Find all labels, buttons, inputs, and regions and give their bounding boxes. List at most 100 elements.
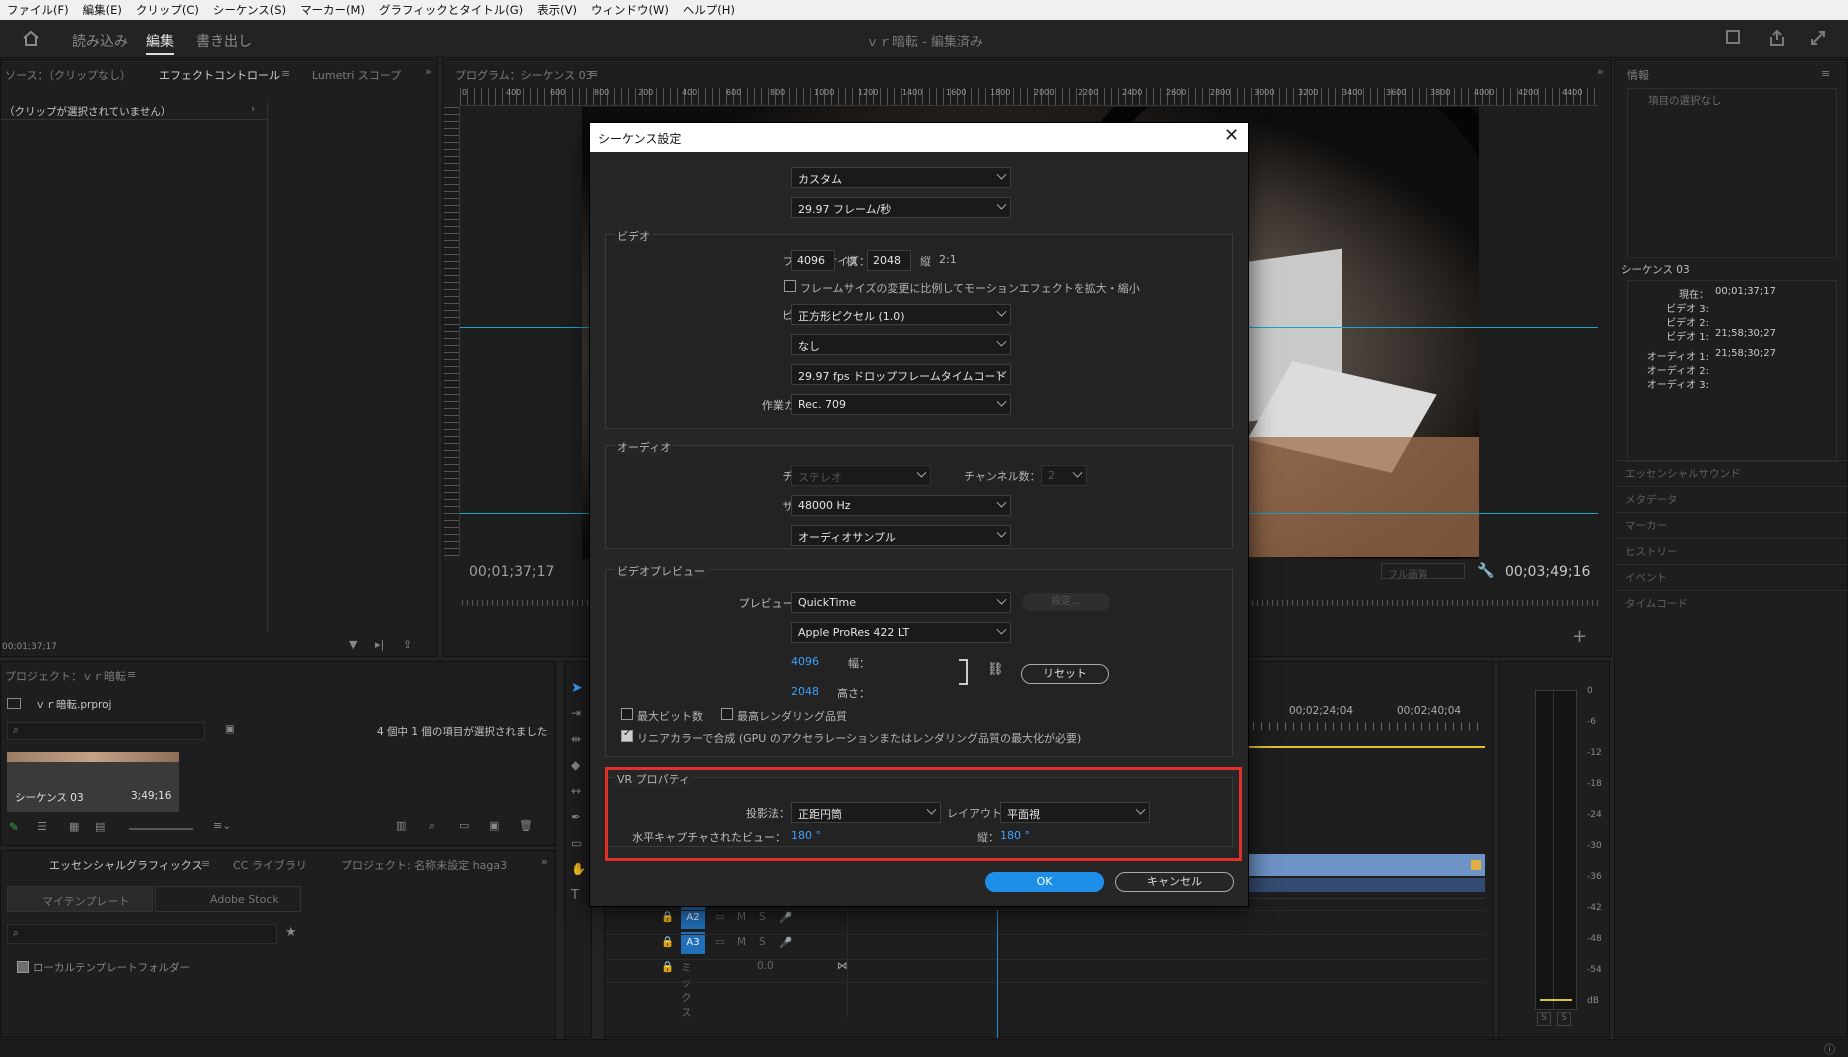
audio-display-select[interactable]: オーディオサンプル bbox=[791, 525, 1011, 546]
track-output-icon[interactable]: ▭ bbox=[715, 911, 725, 923]
panel-section[interactable]: エッセンシャルサウンド bbox=[1615, 460, 1848, 484]
track-A3[interactable]: A3 bbox=[681, 932, 705, 954]
export-frame-icon[interactable]: ⇪ bbox=[403, 638, 412, 651]
tab-edit[interactable]: 編集 bbox=[146, 31, 174, 51]
video-clip[interactable] bbox=[1245, 854, 1485, 876]
mute-button[interactable]: M bbox=[737, 936, 746, 948]
close-icon[interactable]: ✕ bbox=[1224, 125, 1239, 146]
solo-right-button[interactable]: S bbox=[1557, 1012, 1571, 1026]
project-search-input[interactable]: ⌕ bbox=[7, 722, 205, 740]
tab-export[interactable]: 書き出し bbox=[196, 31, 252, 51]
solo-button[interactable]: S bbox=[759, 911, 766, 923]
add-button-icon[interactable]: + bbox=[1572, 626, 1587, 647]
codec-select[interactable]: Apple ProRes 422 LT bbox=[791, 622, 1011, 643]
mix-value[interactable]: 0.0 bbox=[757, 960, 774, 972]
info-icon[interactable]: ⓘ bbox=[1824, 1041, 1835, 1057]
timeline-ruler[interactable] bbox=[1245, 722, 1485, 730]
local-folder-checkbox[interactable] bbox=[17, 961, 29, 973]
channel-count-select[interactable]: 2 bbox=[1041, 465, 1087, 486]
tab-effect-controls[interactable]: エフェクトコントロール bbox=[159, 67, 280, 83]
pixel-aspect-select[interactable]: 正方形ピクセル (1.0) bbox=[791, 304, 1011, 325]
trash-icon[interactable]: 🗑 bbox=[519, 819, 533, 832]
work-area-bar[interactable] bbox=[1245, 746, 1485, 748]
preview-width-value[interactable]: 4096 bbox=[791, 655, 819, 668]
menu-view[interactable]: 表示(V) bbox=[530, 2, 584, 18]
lock-icon[interactable]: 🔒 bbox=[661, 910, 674, 923]
more-panels-icon[interactable]: » bbox=[425, 65, 432, 78]
tab-adobe-stock[interactable]: Adobe Stock bbox=[155, 886, 301, 912]
automate-icon[interactable]: ▥ bbox=[396, 819, 406, 832]
rectangle-icon[interactable]: ▭ bbox=[571, 836, 582, 850]
scale-motion-checkbox[interactable] bbox=[784, 280, 796, 292]
new-bin-icon[interactable]: ▭ bbox=[459, 819, 469, 832]
share-icon[interactable] bbox=[1768, 29, 1786, 47]
panel-section[interactable]: ヒストリー bbox=[1615, 538, 1848, 562]
mute-button[interactable]: M bbox=[737, 911, 746, 923]
sort-icon[interactable]: ≡⌄ bbox=[213, 819, 231, 832]
tab-import[interactable]: 読み込み bbox=[72, 31, 128, 51]
home-icon[interactable] bbox=[22, 30, 40, 46]
chain-link-icon[interactable]: ⛓ bbox=[987, 662, 1004, 677]
lock-icon[interactable]: 🔒 bbox=[661, 935, 674, 948]
type-tool-icon[interactable]: T bbox=[571, 888, 579, 903]
playhead[interactable] bbox=[997, 910, 998, 1038]
slip-icon[interactable]: ↔ bbox=[571, 784, 581, 798]
linear-color-checkbox[interactable]: ✓ bbox=[621, 728, 633, 742]
frame-width-input[interactable]: 4096 bbox=[791, 250, 835, 271]
preview-format-select[interactable]: QuickTime bbox=[791, 592, 1011, 613]
more-panels-icon[interactable]: » bbox=[1597, 65, 1604, 78]
selection-tool-icon[interactable]: ➤ bbox=[571, 680, 583, 696]
tab-essential-graphics[interactable]: エッセンシャルグラフィックス bbox=[49, 857, 202, 873]
max-render-quality-checkbox[interactable] bbox=[721, 708, 733, 720]
reset-button[interactable]: リセット bbox=[1021, 664, 1109, 684]
info-menu-icon[interactable]: ≡ bbox=[1821, 67, 1830, 80]
pen-icon[interactable]: ✒ bbox=[571, 810, 581, 824]
panel-menu-icon[interactable]: ≡ bbox=[281, 67, 290, 80]
chevron-right-icon[interactable]: › bbox=[251, 103, 255, 115]
cancel-button[interactable]: キャンセル bbox=[1115, 872, 1234, 892]
tab-lumetri-scopes[interactable]: Lumetri スコープ bbox=[312, 67, 401, 83]
program-menu-icon[interactable]: ≡ bbox=[589, 67, 598, 80]
timebase-select[interactable]: 29.97 フレーム/秒 bbox=[791, 197, 1011, 218]
menu-help[interactable]: ヘルプ(H) bbox=[676, 2, 742, 18]
mix-keyframe-icon[interactable]: ⋈ bbox=[837, 960, 848, 972]
display-format-select[interactable]: 29.97 fps ドロップフレームタイムコード bbox=[791, 364, 1011, 385]
project-menu-icon[interactable]: ≡ bbox=[127, 668, 136, 681]
panel-section[interactable]: イベント bbox=[1615, 564, 1848, 588]
solo-button[interactable]: S bbox=[759, 936, 766, 948]
menu-marker[interactable]: マーカー(M) bbox=[293, 2, 372, 18]
freeform-view-icon[interactable]: ▤ bbox=[95, 820, 105, 833]
star-icon[interactable]: ★ bbox=[285, 925, 297, 940]
max-bit-depth-checkbox[interactable] bbox=[621, 708, 633, 720]
play-only-icon[interactable]: ▸| bbox=[375, 638, 384, 651]
menu-sequence[interactable]: シーケンス(S) bbox=[206, 2, 293, 18]
frame-height-input[interactable]: 2048 bbox=[867, 250, 911, 271]
panel-section[interactable]: マーカー bbox=[1615, 512, 1848, 536]
lock-icon[interactable]: 🔒 bbox=[661, 960, 674, 973]
track-select-icon[interactable]: ⇥ bbox=[571, 706, 581, 720]
hand-icon[interactable]: ✋ bbox=[571, 862, 586, 876]
menu-window[interactable]: ウィンドウ(W) bbox=[584, 2, 676, 18]
zoom-slider[interactable] bbox=[129, 828, 193, 830]
menu-clip[interactable]: クリップ(C) bbox=[129, 2, 206, 18]
quick-export-icon[interactable] bbox=[1726, 30, 1740, 44]
tab-source[interactable]: ソース：（クリップなし） bbox=[5, 67, 131, 83]
filter-icon[interactable]: ▼ bbox=[349, 638, 357, 651]
tab-project-untitled[interactable]: プロジェクト: 名称未設定 haga3 bbox=[341, 857, 507, 873]
mic-icon[interactable]: 🎤 bbox=[779, 911, 792, 924]
channel-format-select[interactable]: ステレオ bbox=[791, 465, 931, 486]
program-timecode-in[interactable]: 00;01;37;17 bbox=[469, 564, 554, 580]
quality-dropdown[interactable]: フル画質 bbox=[1381, 563, 1465, 581]
solo-left-button[interactable]: S bbox=[1537, 1012, 1551, 1026]
razor-icon[interactable]: ◆ bbox=[571, 758, 580, 772]
tab-cc-libraries[interactable]: CC ライブラリ bbox=[233, 857, 307, 873]
color-space-select[interactable]: Rec. 709 bbox=[791, 394, 1011, 415]
audio-clip[interactable] bbox=[1245, 878, 1485, 892]
new-item-icon[interactable]: ▣ bbox=[489, 819, 499, 832]
menu-file[interactable]: ファイル(F) bbox=[0, 2, 76, 18]
preview-settings-button[interactable]: 設定... bbox=[1022, 593, 1110, 611]
wrench-icon[interactable]: 🔧 bbox=[1477, 563, 1494, 579]
icon-view-icon[interactable]: ▦ bbox=[69, 820, 79, 833]
edit-mode-select[interactable]: カスタム bbox=[791, 167, 1011, 188]
template-search-input[interactable]: ⌕ bbox=[7, 924, 277, 944]
